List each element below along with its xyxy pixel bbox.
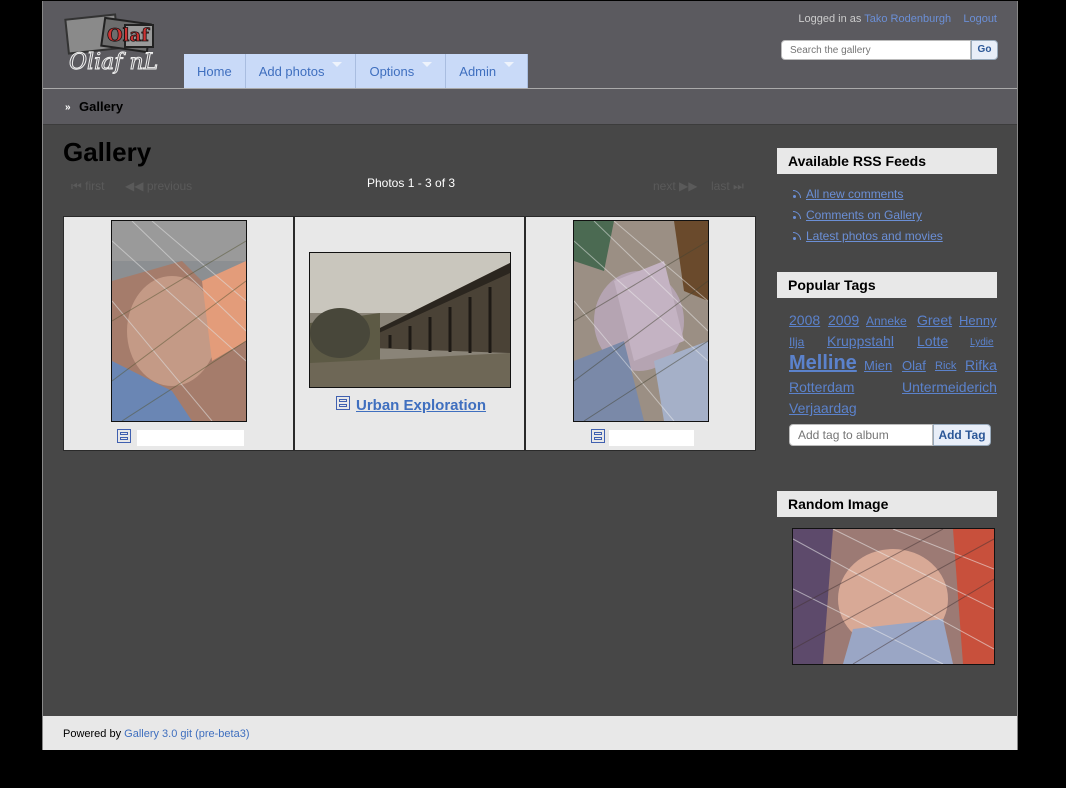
nav-options-label: Options [369, 64, 415, 79]
album-title-link[interactable]: Urban Exploration [356, 397, 486, 414]
search-input[interactable] [781, 40, 971, 60]
album-icon [117, 429, 131, 443]
tag-link[interactable]: Verjaardag [789, 400, 857, 416]
album-thumbnail[interactable] [309, 252, 511, 388]
nav-admin[interactable]: Admin [446, 54, 529, 88]
svg-text:Olaf: Olaf [107, 25, 150, 46]
rss-heading: Available RSS Feeds [777, 148, 997, 174]
nav-home[interactable]: Home [184, 54, 246, 88]
tag-link[interactable]: Rifka [965, 357, 997, 373]
tags-heading: Popular Tags [777, 272, 997, 298]
nav-home-label: Home [197, 64, 232, 79]
dropdown-arrow-icon [422, 62, 433, 67]
pager-first-label: first [85, 179, 105, 193]
tag-link[interactable]: Kruppstahl [827, 333, 894, 349]
login-prefix: Logged in as [798, 13, 862, 25]
pager-next[interactable]: next ▶▶ [653, 179, 698, 193]
pager-previous[interactable]: ◀◀ previous [125, 179, 192, 193]
random-image[interactable] [792, 528, 995, 665]
photo-item [63, 216, 294, 451]
main-nav: Home Add photos Options Admin [184, 54, 529, 88]
site-logo[interactable]: Olaf Oliaf nL [63, 11, 167, 76]
search-form: Go [781, 40, 998, 62]
nav-admin-label: Admin [459, 64, 497, 79]
rss-item-label: Latest photos and movies [806, 229, 943, 243]
breadcrumb: » Gallery [43, 89, 1017, 125]
tag-link[interactable]: Olaf [902, 358, 926, 373]
rss-latest-photos[interactable]: Latest photos and movies [793, 229, 943, 243]
pager-next-label: next [653, 179, 676, 193]
rss-item-label: All new comments [806, 187, 904, 201]
pager-last-label: last [711, 179, 730, 193]
album-icon [591, 429, 605, 443]
pager-previous-label: previous [146, 179, 193, 193]
tag-link[interactable]: Rick [935, 360, 956, 372]
photo-thumbnail[interactable] [111, 220, 247, 422]
nav-add-photos-label: Add photos [258, 64, 325, 79]
pager-last[interactable]: last ⏭ [711, 179, 744, 194]
page-title: Gallery [63, 137, 152, 167]
add-tag-input[interactable] [789, 424, 933, 446]
dropdown-arrow-icon [332, 62, 343, 67]
breadcrumb-arrow-icon: » [65, 102, 71, 113]
tag-link[interactable]: Mien [864, 358, 892, 373]
search-go-button[interactable]: Go [971, 40, 998, 60]
tag-link[interactable]: 2008 [789, 312, 820, 328]
tag-link[interactable]: Untermeiderich [902, 379, 997, 395]
footer-text: Powered by Gallery 3.0 git (pre-beta3) [63, 728, 250, 740]
photo-caption[interactable] [137, 430, 244, 446]
nav-options[interactable]: Options [356, 54, 447, 88]
tag-link[interactable]: Lotte [917, 333, 948, 349]
header: Olaf Oliaf nL Logged in as Tako Rodenbur… [43, 1, 1017, 89]
tag-link[interactable]: Ilja [789, 335, 804, 349]
pager-first[interactable]: ⏮ first [71, 179, 105, 194]
rss-icon [793, 231, 802, 240]
logout-link[interactable]: Logout [963, 13, 997, 25]
rss-icon [793, 210, 802, 219]
svg-text:Oliaf nL: Oliaf nL [69, 50, 158, 75]
tag-link[interactable]: Greet [917, 312, 952, 328]
photo-grid: Urban Exploration [63, 216, 756, 451]
rss-icon [793, 189, 802, 198]
photo-item [525, 216, 756, 451]
footer: Powered by Gallery 3.0 git (pre-beta3) [43, 716, 1017, 750]
album-icon [336, 396, 350, 410]
random-image-heading: Random Image [777, 491, 997, 517]
add-tag-button[interactable]: Add Tag [933, 424, 991, 446]
previous-page-icon: ◀◀ [125, 179, 144, 193]
footer-prefix: Powered by [63, 728, 122, 740]
rss-all-comments[interactable]: All new comments [793, 187, 903, 201]
tag-link[interactable]: Rotterdam [789, 379, 854, 395]
rss-item-label: Comments on Gallery [806, 208, 923, 222]
nav-add-photos[interactable]: Add photos [245, 54, 357, 88]
tag-link[interactable]: 2009 [828, 312, 859, 328]
tag-link[interactable]: Lydie [970, 337, 994, 348]
tag-link[interactable]: Anneke [866, 314, 907, 328]
dropdown-arrow-icon [504, 62, 515, 67]
login-status: Logged in as Tako Rodenburgh Logout [798, 13, 997, 25]
tag-link[interactable]: Melline [789, 352, 857, 375]
next-page-icon: ▶▶ [679, 179, 698, 193]
tag-link[interactable]: Henny [959, 313, 997, 328]
breadcrumb-current: Gallery [79, 99, 124, 114]
last-page-icon: ⏭ [733, 179, 744, 193]
user-name-link[interactable]: Tako Rodenburgh [864, 13, 951, 25]
footer-gallery-link[interactable]: Gallery 3.0 git (pre-beta3) [124, 728, 249, 740]
gallery-page: Olaf Oliaf nL Logged in as Tako Rodenbur… [42, 1, 1018, 750]
album-item: Urban Exploration [294, 216, 525, 451]
rss-gallery-comments[interactable]: Comments on Gallery [793, 208, 922, 222]
photo-caption[interactable] [609, 430, 694, 446]
pager-count: Photos 1 - 3 of 3 [367, 176, 456, 190]
photo-thumbnail[interactable] [573, 220, 709, 422]
first-page-icon: ⏮ [71, 179, 82, 193]
